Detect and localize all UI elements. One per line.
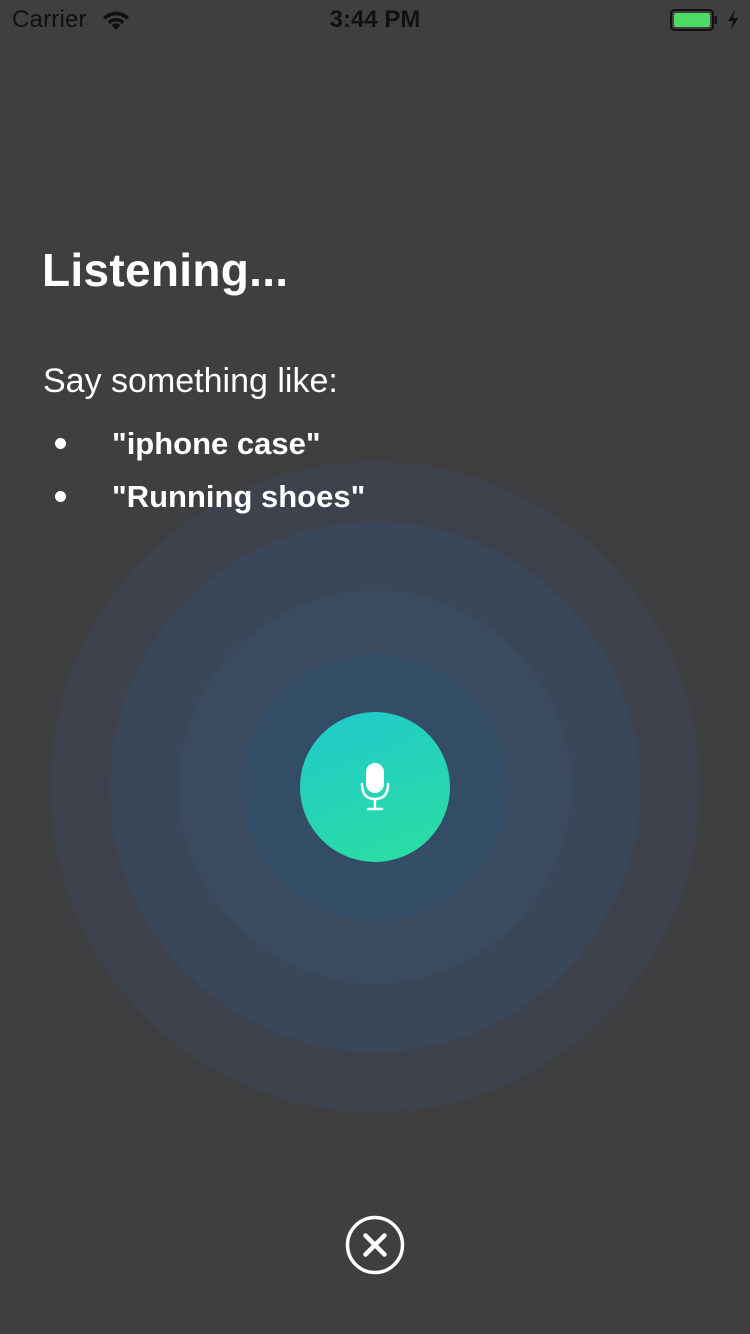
suggestion-item: "Running shoes" <box>0 473 600 526</box>
suggestion-text: "iphone case" <box>112 426 321 461</box>
charging-bolt-icon <box>728 10 738 30</box>
voice-search-screen: Carrier 3:44 PM Listening... Say somethi… <box>0 0 750 1334</box>
suggestion-text: "Running shoes" <box>112 479 366 514</box>
microphone-button[interactable] <box>300 712 450 862</box>
bullet-icon <box>55 491 66 502</box>
clock: 3:44 PM <box>329 6 421 33</box>
suggestion-item: "iphone case" <box>0 420 600 473</box>
status-bar: Carrier 3:44 PM <box>0 0 750 40</box>
bullet-icon <box>55 438 66 449</box>
suggestion-list: "iphone case" "Running shoes" <box>0 420 600 526</box>
microphone-icon <box>360 763 390 811</box>
close-icon[interactable] <box>345 1215 405 1275</box>
listening-title: Listening... <box>42 244 289 296</box>
prompt-text: Say something like: <box>43 362 338 400</box>
battery-icon <box>670 9 717 31</box>
